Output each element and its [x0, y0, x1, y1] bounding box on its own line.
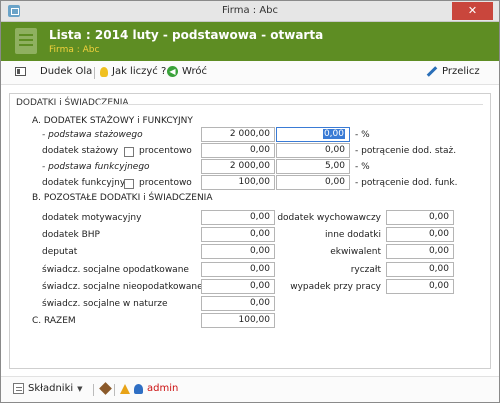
seniority-deduction-field[interactable]: 0,00 — [276, 143, 350, 158]
base-seniority-field[interactable]: 2 000,00 — [201, 127, 275, 142]
social-taxed-label: świadcz. socjalne opodatkowane — [42, 265, 189, 275]
lightbulb-icon — [100, 66, 108, 77]
motivational-label: dodatek motywacyjny — [42, 213, 142, 223]
status-divider — [93, 384, 94, 396]
seniority-percent-field[interactable]: 0,00 — [276, 127, 350, 142]
section-a-title: A. DODATEK STAŻOWY i FUNKCYJNY — [32, 116, 193, 126]
social-in-kind-label: świadcz. socjalne w naturze — [42, 299, 168, 309]
toolbar-divider — [94, 67, 95, 79]
document-icon — [15, 28, 37, 54]
seniority-allowance-field[interactable]: 0,00 — [201, 143, 275, 158]
deputat-field[interactable]: 0,00 — [201, 244, 275, 259]
pen-icon — [426, 66, 438, 77]
close-icon[interactable]: ✕ — [452, 2, 493, 20]
panel-title: DODATKI i ŚWIADCZENIA — [16, 98, 129, 108]
function-deduction-suffix: - potrącenie dod. funk. — [355, 178, 458, 188]
function-deduction-field[interactable]: 0,00 — [276, 175, 350, 190]
how-to-calc-label: Jak liczyć ? — [112, 66, 167, 77]
status-divider-2 — [114, 384, 115, 396]
total-field: 100,00 — [201, 313, 275, 328]
brush-button[interactable] — [99, 382, 112, 395]
work-accident-field[interactable]: 0,00 — [386, 279, 454, 294]
list-title: Lista : 2014 luty - podstawowa - otwarta — [49, 28, 324, 42]
chevron-down-icon: ▼ — [77, 384, 83, 393]
bhp-field[interactable]: 0,00 — [201, 227, 275, 242]
user-info: admin — [120, 383, 178, 394]
section-b-title: B. POZOSTAŁE DODATKI i ŚWIADCZENIA — [32, 193, 213, 203]
lump-sum-field[interactable]: 0,00 — [386, 262, 454, 277]
function-percent-field[interactable]: 5,00 — [276, 159, 350, 174]
list-header: Lista : 2014 luty - podstawowa - otwarta… — [1, 22, 499, 61]
seniority-deduction-suffix: - potrącenie dod. staż. — [355, 146, 457, 156]
back-label: Wróć — [182, 66, 207, 77]
educational-field[interactable]: 0,00 — [386, 210, 454, 225]
function-percent-checkbox[interactable] — [124, 179, 134, 189]
base-seniority-label: - podstawa stażowego — [42, 130, 143, 140]
educational-label: dodatek wychowawczy — [277, 213, 381, 223]
company-subtitle: Firma : Abc — [49, 45, 100, 55]
deputat-label: deputat — [42, 247, 78, 257]
other-allowances-label: inne dodatki — [325, 230, 381, 240]
employee-name: Dudek Ola — [40, 66, 93, 77]
status-bar: Składniki ▼ admin — [1, 376, 499, 402]
title-bar: Firma : Abc ✕ — [1, 1, 499, 22]
seniority-percent-suffix: - % — [355, 130, 370, 140]
equivalent-field[interactable]: 0,00 — [386, 244, 454, 259]
employee-button[interactable]: Dudek Ola — [15, 66, 92, 77]
lump-sum-label: ryczałt — [350, 265, 381, 275]
panel-divider — [98, 104, 483, 105]
social-taxed-field[interactable]: 0,00 — [201, 262, 275, 277]
seniority-percent-value: 0,00 — [322, 129, 345, 139]
toolbar: Dudek Ola Jak liczyć ? ◀ Wróć Przelicz — [1, 61, 499, 85]
other-allowances-field[interactable]: 0,00 — [386, 227, 454, 242]
window-title: Firma : Abc — [221, 5, 279, 16]
seniority-percent-checkbox[interactable] — [124, 147, 134, 157]
seniority-percent-checkbox-label: procentowo — [139, 146, 192, 156]
function-allowance-field[interactable]: 100,00 — [201, 175, 275, 190]
back-arrow-icon: ◀ — [167, 66, 178, 77]
base-function-label: - podstawa funkcyjnego — [42, 162, 150, 172]
list-icon — [13, 383, 24, 394]
section-c-title: C. RAZEM — [32, 316, 76, 326]
motivational-field[interactable]: 0,00 — [201, 210, 275, 225]
bhp-label: dodatek BHP — [42, 230, 100, 240]
social-untaxed-label: świadcz. socjalne nieopodatkowane — [42, 282, 203, 292]
recalc-button[interactable]: Przelicz — [426, 66, 480, 77]
function-percent-checkbox-label: procentowo — [139, 178, 192, 188]
function-allowance-label: dodatek funkcyjny — [42, 178, 126, 188]
warning-icon — [120, 383, 130, 394]
social-in-kind-field[interactable]: 0,00 — [201, 296, 275, 311]
function-percent-suffix: - % — [355, 162, 370, 172]
back-button[interactable]: ◀ Wróć — [167, 66, 207, 77]
seniority-allowance-label: dodatek stażowy — [42, 146, 119, 156]
work-accident-label: wypadek przy pracy — [290, 282, 381, 292]
how-to-calc-button[interactable]: Jak liczyć ? — [100, 66, 166, 77]
id-card-icon — [15, 67, 26, 76]
equivalent-label: ekwiwalent — [330, 247, 381, 257]
recalc-label: Przelicz — [442, 66, 480, 77]
allowances-panel: DODATKI i ŚWIADCZENIA A. DODATEK STAŻOWY… — [9, 93, 491, 369]
base-function-field[interactable]: 2 000,00 — [201, 159, 275, 174]
components-label: Składniki — [28, 383, 74, 394]
user-icon — [134, 383, 143, 394]
social-untaxed-field[interactable]: 0,00 — [201, 279, 275, 294]
app-window: Firma : Abc ✕ Lista : 2014 luty - podsta… — [0, 0, 500, 403]
components-dropdown[interactable]: Składniki ▼ — [13, 383, 83, 394]
brush-icon — [99, 382, 112, 395]
user-name: admin — [147, 383, 179, 394]
